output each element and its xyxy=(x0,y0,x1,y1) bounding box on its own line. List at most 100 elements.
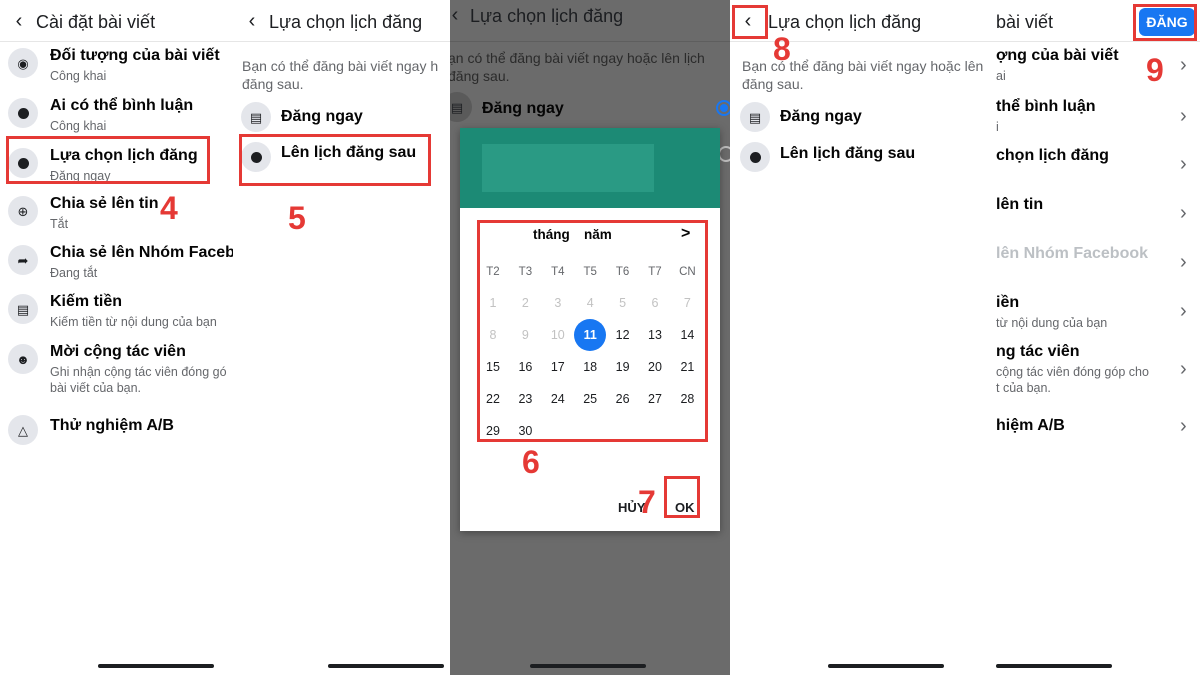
description: ạn có thể đăng bài viết ngay hoặc lên lị… xyxy=(450,50,705,66)
calendar-day: 7 xyxy=(683,296,691,310)
settings-item-share-story[interactable]: lên tin › xyxy=(996,194,1200,244)
home-indicator xyxy=(996,664,1112,668)
calendar-day[interactable]: 18 xyxy=(574,351,606,383)
blurred-date xyxy=(482,144,654,192)
page-title: Lựa chọn lịch đăng xyxy=(269,12,423,32)
calendar-day[interactable]: 27 xyxy=(639,383,671,415)
chevron-right-icon: › xyxy=(1180,300,1187,322)
header: ‹ Lựa chọn lịch đăng xyxy=(450,0,730,42)
settings-item-ab-test[interactable]: hiệm A/B › xyxy=(996,412,1200,462)
calendar-day[interactable]: 28 xyxy=(671,383,703,415)
option-post-now[interactable]: ▤ Đăng ngay xyxy=(233,100,450,140)
add-person-icon: ☻ xyxy=(8,344,38,374)
option-label: Đăng ngay xyxy=(281,108,363,125)
item-title: hiệm A/B xyxy=(996,417,1065,434)
calendar-day[interactable]: 30 xyxy=(509,415,541,447)
item-title: Ai có thể bình luận xyxy=(50,97,194,114)
settings-screen: ‹ Cài đặt bài viết ◉ Đối tượng của bài v… xyxy=(0,0,233,675)
calendar-day[interactable]: 17 xyxy=(542,351,574,383)
back-icon[interactable]: ‹ xyxy=(8,8,30,34)
item-subtitle: Đăng ngay xyxy=(50,169,111,183)
date-picker-dialog: tháng năm > T2 T3 T4 T5 T6 T7 CN 1 2 3 4 5 6 7 8 9 10 11 1… xyxy=(460,128,720,531)
item-title: Thử nghiệm A/B xyxy=(50,417,174,434)
post-now-icon: ▤ xyxy=(740,102,770,132)
item-title: lên Nhóm Facebook xyxy=(996,245,1149,262)
chevron-right-icon: › xyxy=(1180,153,1187,175)
calendar-day[interactable]: 25 xyxy=(574,383,606,415)
item-subtitle: Đang tắt xyxy=(50,266,98,280)
calendar-day[interactable]: 22 xyxy=(477,383,509,415)
settings-item-schedule[interactable]: chọn lịch đăng › xyxy=(996,145,1200,195)
item-subtitle: ai xyxy=(996,69,1006,83)
calendar-day[interactable]: 24 xyxy=(542,383,574,415)
settings-item-collaborator[interactable]: ng tác viên cộng tác viên đóng góp cho t… xyxy=(996,341,1200,401)
home-indicator xyxy=(828,664,944,668)
weekday-label: T3 xyxy=(518,266,533,278)
settings-item-share-group[interactable]: ➦ Chia sẻ lên Nhóm Faceb Đang tắt xyxy=(0,242,233,292)
item-subtitle: Kiếm tiền từ nội dung của bạn xyxy=(50,315,217,329)
back-icon[interactable]: ‹ xyxy=(241,8,263,34)
calendar-day[interactable]: 14 xyxy=(671,319,703,351)
chevron-right-icon: › xyxy=(1180,251,1187,273)
option-schedule-later[interactable]: Lên lịch đăng sau xyxy=(233,140,450,180)
globe-icon: ◉ xyxy=(8,48,38,78)
option-schedule-later[interactable]: Lên lịch đăng sau xyxy=(730,140,996,180)
item-subtitle-2: t của bạn. xyxy=(996,381,1051,395)
month-label: tháng xyxy=(533,227,570,242)
home-indicator xyxy=(328,664,444,668)
settings-item-comments[interactable]: Ai có thể bình luận Công khai xyxy=(0,95,233,145)
page-title: bài viết xyxy=(996,12,1054,32)
step-number: 5 xyxy=(288,200,306,236)
settings-item-schedule[interactable]: Lựa chọn lịch đăng Đăng ngay xyxy=(0,145,233,195)
calendar-day[interactable]: 23 xyxy=(509,383,541,415)
description-2: đăng sau. xyxy=(242,76,304,92)
money-icon: ▤ xyxy=(8,294,38,324)
clock-icon xyxy=(740,142,770,172)
clock-icon xyxy=(8,148,38,178)
calendar-screen: ‹ Lựa chọn lịch đăng ạn có thể đăng bài … xyxy=(450,0,730,675)
settings-item-monetize[interactable]: ▤ Kiếm tiền Kiếm tiền từ nội dung của bạ… xyxy=(0,291,233,341)
item-subtitle: Công khai xyxy=(50,119,107,133)
option-label: Lên lịch đăng sau xyxy=(281,144,417,161)
calendar-day[interactable]: 19 xyxy=(607,351,639,383)
calendar-day: 4 xyxy=(586,296,594,310)
item-title: Kiếm tiền xyxy=(50,293,123,310)
calendar-day[interactable]: 26 xyxy=(607,383,639,415)
settings-item-ab-test[interactable]: △ Thử nghiệm A/B xyxy=(0,412,233,462)
item-subtitle: Công khai xyxy=(50,69,107,83)
flask-icon: △ xyxy=(8,415,38,445)
calendar-day[interactable]: 12 xyxy=(607,319,639,351)
post-now-icon: ▤ xyxy=(450,92,472,122)
option-post-now[interactable]: ▤ Đăng ngay xyxy=(730,100,996,140)
settings-item-monetize[interactable]: iền từ nội dung của bạn › xyxy=(996,292,1200,342)
weekday-label: T4 xyxy=(551,266,565,278)
settings-item-audience[interactable]: ợng của bài viết ai › xyxy=(996,45,1200,95)
ok-button[interactable]: OK xyxy=(675,500,695,515)
weekday-label: T5 xyxy=(583,266,597,278)
radio-selected[interactable] xyxy=(716,100,730,116)
settings-item-collaborator[interactable]: ☻ Mời cộng tác viên Ghi nhận cộng tác vi… xyxy=(0,341,233,401)
settings-item-audience[interactable]: ◉ Đối tượng của bài viết Công khai xyxy=(0,45,233,95)
option-post-now[interactable]: ▤ Đăng ngay xyxy=(450,90,730,130)
calendar-day[interactable]: 16 xyxy=(509,351,541,383)
comment-icon xyxy=(8,98,38,128)
post-button[interactable]: ĐĂNG xyxy=(1139,8,1195,36)
chevron-right-icon: › xyxy=(1180,358,1187,380)
settings-item-comments[interactable]: thể bình luận i › xyxy=(996,96,1200,146)
settings-item-share-story[interactable]: ⊕ Chia sẻ lên tin Tắt xyxy=(0,193,233,243)
calendar-day: 3 xyxy=(554,296,562,310)
calendar-day[interactable]: 21 xyxy=(671,351,703,383)
weekday-label: T7 xyxy=(648,266,662,278)
item-subtitle: cộng tác viên đóng góp cho xyxy=(996,365,1149,379)
next-month-icon[interactable]: > xyxy=(681,225,690,243)
item-title: Chia sẻ lên tin xyxy=(50,195,159,212)
calendar-day[interactable]: 13 xyxy=(639,319,671,351)
calendar-day[interactable]: 29 xyxy=(477,415,509,447)
back-icon[interactable]: ‹ xyxy=(450,2,466,28)
calendar-day[interactable]: 15 xyxy=(477,351,509,383)
calendar-day[interactable]: 20 xyxy=(639,351,671,383)
calendar-day-selected[interactable]: 11 xyxy=(574,319,607,351)
step-number: 7 xyxy=(638,484,656,520)
option-label: Lên lịch đăng sau xyxy=(780,145,916,162)
back-icon[interactable]: ‹ xyxy=(737,8,759,34)
